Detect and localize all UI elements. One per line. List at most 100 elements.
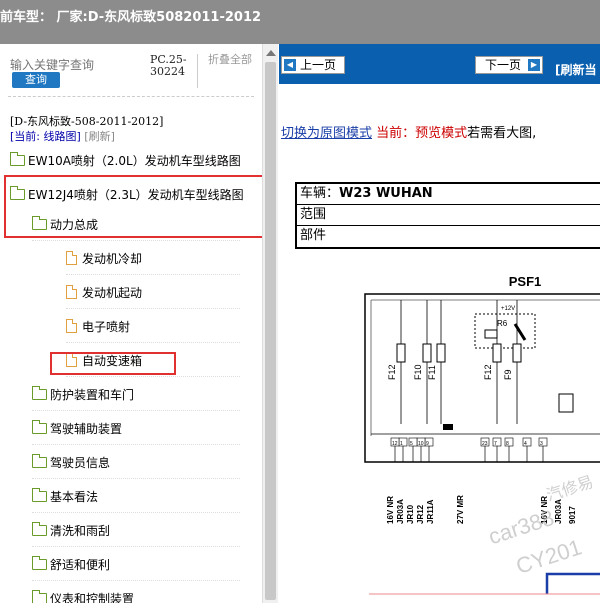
tree-item[interactable]: 发动机起动 [66, 279, 240, 309]
fuse-symbol [512, 343, 522, 363]
breadcrumb: [D-东风标致-508-2011-2012] [10, 115, 164, 128]
tree-item-label: 基本看法 [50, 490, 99, 504]
pin-group: 23 7 8 4 39105112 [390, 437, 548, 462]
tree-item-label: 发动机起动 [82, 286, 143, 300]
divider [8, 96, 254, 97]
tree-item-label: 防护装置和车门 [50, 388, 135, 402]
pin-label: 5 [410, 441, 413, 447]
tree-item[interactable]: 防护装置和车门 [32, 381, 240, 411]
wire-label: JR12 [416, 504, 425, 524]
scroll-thumb[interactable] [265, 62, 276, 600]
current-mode-label: 当前：预览模式 [376, 126, 468, 141]
folder-icon [32, 488, 47, 502]
pin-label: 7 [494, 441, 497, 447]
tree-scrollbar[interactable] [262, 44, 278, 603]
tree-item[interactable]: 基本看法 [32, 483, 240, 513]
search-button[interactable]: 查询 [12, 72, 60, 88]
folder-icon [32, 522, 47, 536]
blue-wire [545, 572, 600, 594]
relay-switch [513, 323, 527, 341]
tree-item[interactable]: 电子喷射 [66, 313, 240, 343]
relay-coil [484, 329, 498, 339]
fuse-label: F12 [387, 364, 397, 380]
file-icon [66, 319, 77, 333]
part-label: 部件 [300, 228, 327, 243]
folder-icon [32, 454, 47, 468]
wire-label: 9017 [568, 506, 577, 524]
watermark-text-2: CY201 [513, 534, 585, 579]
window-title: 前车型： 厂家:D-东风标致5082011-2012 [0, 10, 262, 25]
tree-item[interactable]: 仪表和控制装置 [32, 585, 240, 603]
tree-item-label: 发动机冷却 [82, 252, 143, 266]
ground-block [443, 424, 453, 430]
prev-page-label: 上一页 [299, 58, 336, 72]
mode-hint: 若需看大图, [467, 126, 537, 141]
chip-icon [558, 393, 574, 413]
collapse-all-link[interactable]: 折叠全部 [208, 54, 254, 65]
file-icon [66, 285, 77, 299]
folder-icon [10, 152, 25, 166]
tree-item[interactable]: EW10A喷射（2.0L）发动机车型线路图 [10, 147, 241, 177]
folder-icon [32, 556, 47, 570]
tree-item[interactable]: 舒适和便利 [32, 551, 240, 581]
tree-item[interactable]: 驾驶辅助装置 [32, 415, 240, 445]
tree-item[interactable]: 驾驶员信息 [32, 449, 240, 479]
pin-label: 9 [426, 441, 429, 447]
folder-icon [32, 420, 47, 434]
vehicle-info-table: 车辆：W23 WUHAN 范围 部件 [295, 182, 600, 249]
mode-line: 切换为原图模式 当前：预览模式若需看大图, [281, 122, 536, 141]
pc-code-label: PC.25-30224 [150, 54, 198, 88]
vehicle-row: 车辆：W23 WUHAN [297, 184, 600, 205]
tree-item-label: EW10A喷射（2.0L）发动机车型线路图 [28, 154, 241, 168]
pin-label: 8 [506, 441, 509, 447]
current-indicator: [当前: 线路图] [刷新] [10, 128, 115, 144]
fuse-label: F10 [413, 364, 423, 380]
arrow-left-icon: ◀ [284, 59, 296, 71]
folder-icon [32, 590, 47, 603]
fuse-label: F12 [483, 364, 493, 380]
range-label: 范围 [300, 207, 327, 222]
highlight-box-auto-gearbox [50, 352, 176, 375]
refresh-link[interactable]: [刷新] [84, 130, 115, 143]
tree-item-label: 驾驶辅助装置 [50, 422, 123, 436]
highlight-box-engine-group [4, 175, 268, 238]
arrow-right-icon: ▶ [528, 59, 540, 71]
tree-item-label: 仪表和控制装置 [50, 592, 135, 603]
tree-item[interactable]: 发动机冷却 [66, 245, 240, 275]
wire-label: 27V MR [456, 495, 465, 524]
tree-item-label: 电子喷射 [82, 320, 131, 334]
diagram-viewer: ◀ 上一页 下一页 ▶ [刷新当 切换为原图模式 当前：预览模式若需看大图, 车… [279, 44, 600, 603]
pin-label: 1 [400, 441, 403, 447]
prev-page-button[interactable]: ◀ 上一页 [281, 56, 345, 74]
wire-label: JR03A [396, 499, 405, 524]
title-bar: 前车型： 厂家:D-东风标致5082011-2012 [0, 0, 600, 44]
pin-label: 3 [540, 441, 543, 447]
next-page-button[interactable]: 下一页 ▶ [475, 56, 543, 74]
fuse-label: F11 [427, 365, 437, 380]
diagram-title: PSF1 [509, 274, 542, 289]
fuse-label: F9 [503, 369, 513, 380]
left-tree-panel: 查询 PC.25-30224 折叠全部 [D-东风标致-508-2011-201… [0, 44, 262, 603]
tree-item-label: 驾驶员信息 [50, 456, 111, 470]
fuse-symbol [396, 343, 406, 363]
vehicle-value: W23 WUHAN [339, 186, 433, 201]
wire-label: JR11A [426, 499, 435, 524]
scroll-up-icon[interactable] [266, 50, 276, 56]
refresh-current-link[interactable]: [刷新当 [555, 61, 597, 78]
wire-label: 16V NR [386, 496, 395, 524]
wiring-diagram[interactable]: PSF1 +12V R6 F12 F10 F11 F12 F9 23 7 8 4 3910511… [279, 264, 600, 603]
watermark-text-1: car388 [485, 505, 557, 550]
original-mode-link[interactable]: 切换为原图模式 [281, 126, 372, 141]
vehicle-label: 车辆： [300, 186, 340, 201]
tree-item[interactable]: 清洗和雨刮 [32, 517, 240, 547]
file-icon [66, 251, 77, 265]
folder-icon [32, 386, 47, 400]
tree-item-label: 清洗和雨刮 [50, 524, 111, 538]
search-area: 查询 PC.25-30224 折叠全部 [8, 54, 258, 94]
next-page-label: 下一页 [484, 58, 521, 72]
voltage-label: +12V [501, 306, 515, 312]
watermark-text-3: 汽修易 [544, 473, 595, 505]
fuse-symbol [436, 343, 446, 363]
pin-label: 4 [524, 441, 527, 447]
range-row: 范围 [297, 205, 600, 226]
